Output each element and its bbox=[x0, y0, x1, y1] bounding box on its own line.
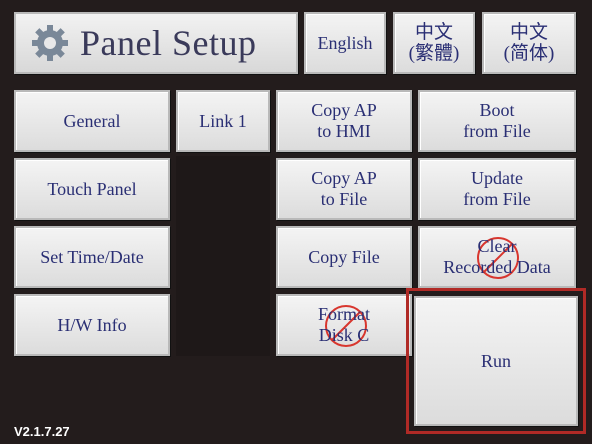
boot-from-file-label: Boot from File bbox=[463, 100, 531, 141]
set-time-date-label: Set Time/Date bbox=[40, 246, 144, 267]
format-disk-c-button[interactable]: Format Disk C bbox=[276, 294, 412, 356]
touch-panel-label: Touch Panel bbox=[47, 178, 137, 199]
title-bar: Panel Setup bbox=[14, 12, 298, 74]
language-traditional-chinese-button[interactable]: 中文 (繁體) bbox=[393, 12, 475, 74]
version-label: V2.1.7.27 bbox=[14, 424, 70, 439]
copy-file-label: Copy File bbox=[308, 246, 380, 267]
boot-from-file-button[interactable]: Boot from File bbox=[418, 90, 576, 152]
run-label: Run bbox=[480, 350, 511, 371]
panel-setup-screen: Panel Setup English 中文 (繁體) 中文 (简体) Gene… bbox=[0, 0, 592, 444]
language-simplified-chinese-label: 中文 (简体) bbox=[503, 22, 555, 64]
language-simplified-chinese-button[interactable]: 中文 (简体) bbox=[482, 12, 576, 74]
language-english-button[interactable]: English bbox=[304, 12, 386, 74]
copy-ap-to-file-label: Copy AP to File bbox=[311, 168, 377, 209]
copy-ap-to-hmi-label: Copy AP to HMI bbox=[311, 100, 377, 141]
language-english-label: English bbox=[317, 32, 373, 53]
link1-label: Link 1 bbox=[199, 110, 247, 131]
update-from-file-button[interactable]: Update from File bbox=[418, 158, 576, 220]
clear-recorded-data-button[interactable]: Clear Recorded Data bbox=[418, 226, 576, 288]
page-title: Panel Setup bbox=[80, 23, 257, 63]
gear-icon bbox=[32, 25, 68, 61]
link-list-area bbox=[176, 156, 270, 356]
general-button[interactable]: General bbox=[14, 90, 170, 152]
copy-file-button[interactable]: Copy File bbox=[276, 226, 412, 288]
format-disk-c-label: Format Disk C bbox=[318, 304, 370, 345]
clear-recorded-data-label: Clear Recorded Data bbox=[443, 236, 551, 277]
link1-button[interactable]: Link 1 bbox=[176, 90, 270, 152]
set-time-date-button[interactable]: Set Time/Date bbox=[14, 226, 170, 288]
hw-info-button[interactable]: H/W Info bbox=[14, 294, 170, 356]
update-from-file-label: Update from File bbox=[463, 168, 531, 209]
copy-ap-to-file-button[interactable]: Copy AP to File bbox=[276, 158, 412, 220]
general-label: General bbox=[63, 110, 121, 131]
hw-info-label: H/W Info bbox=[57, 314, 127, 335]
touch-panel-button[interactable]: Touch Panel bbox=[14, 158, 170, 220]
language-traditional-chinese-label: 中文 (繁體) bbox=[408, 22, 460, 64]
copy-ap-to-hmi-button[interactable]: Copy AP to HMI bbox=[276, 90, 412, 152]
